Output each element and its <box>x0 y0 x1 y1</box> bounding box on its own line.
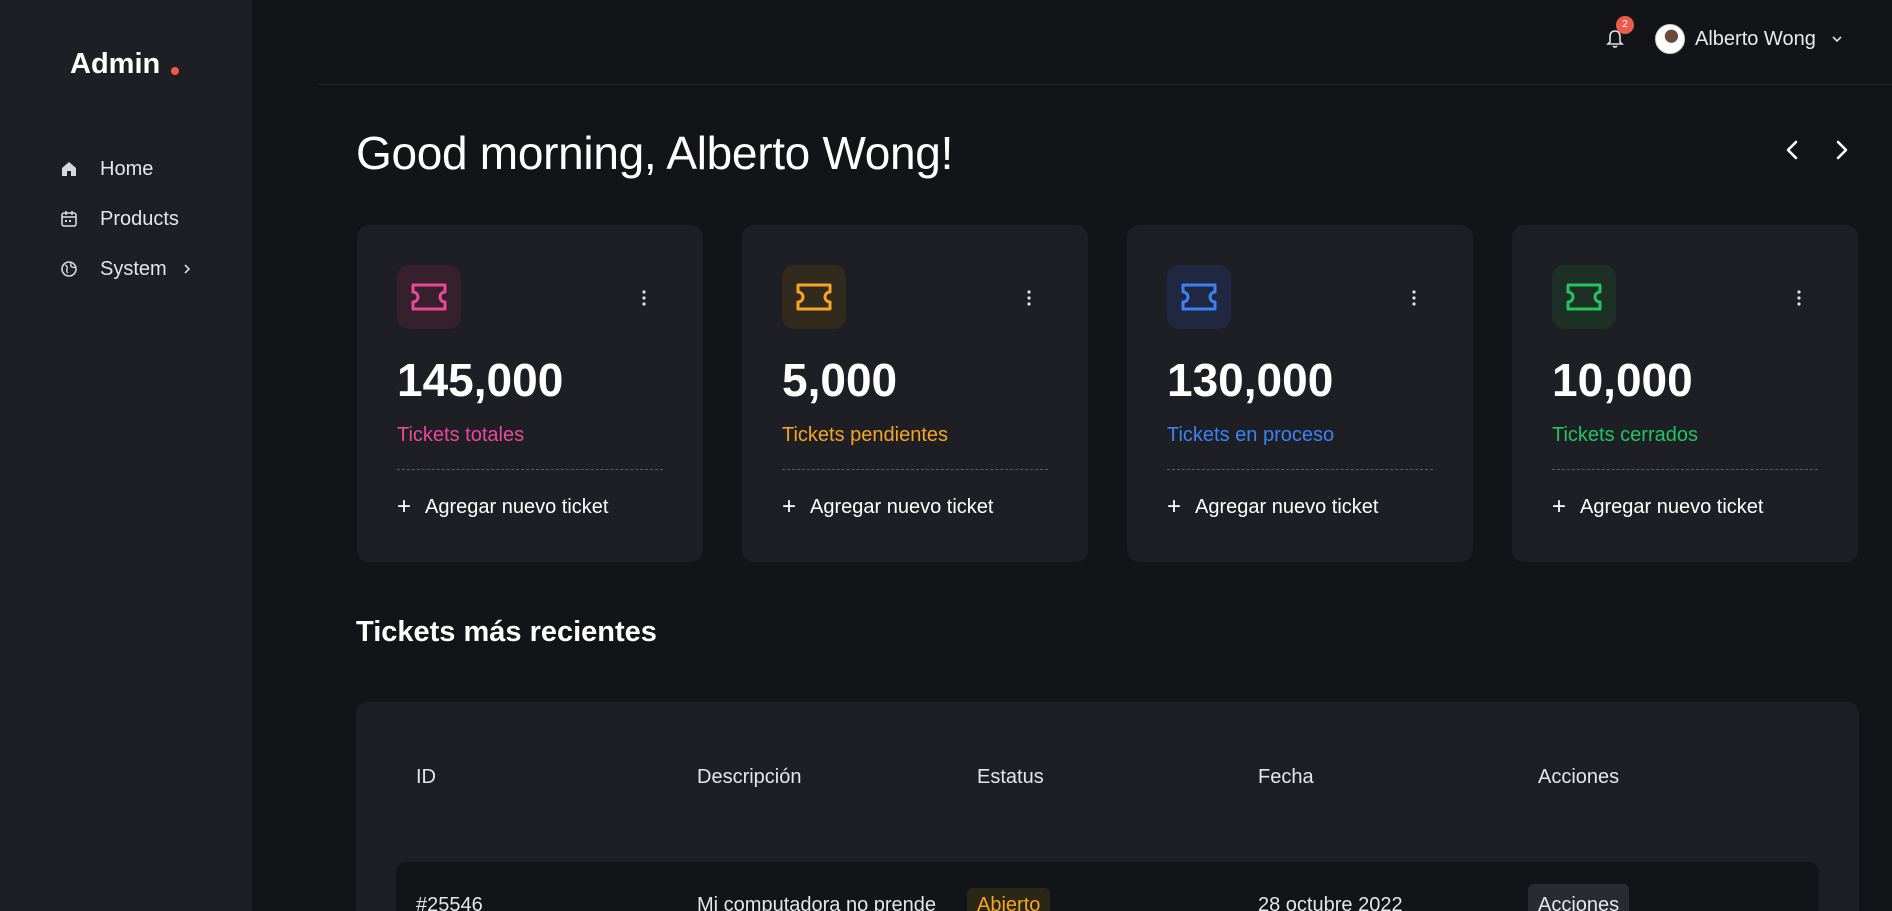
chevron-down-icon <box>1830 32 1844 46</box>
ticket-id: #25546 <box>416 894 483 911</box>
add-ticket-button[interactable]: + Agregar nuevo ticket <box>1552 495 1763 519</box>
add-ticket-button[interactable]: + Agregar nuevo ticket <box>1167 495 1378 519</box>
sidebar-item-label: Products <box>100 207 179 230</box>
logo-text: Admin <box>70 48 161 80</box>
sidebar-item-products[interactable]: Products <box>60 194 193 244</box>
stat-value: 10,000 <box>1552 354 1693 406</box>
plus-icon: + <box>397 493 412 520</box>
column-header-actions: Acciones <box>1538 766 1620 788</box>
column-header-status: Estatus <box>977 766 1044 788</box>
sidebar-item-home[interactable]: Home <box>60 144 193 194</box>
actions-button[interactable]: Acciones <box>1528 884 1630 911</box>
plus-icon: + <box>1552 493 1567 520</box>
avatar <box>1655 24 1685 54</box>
divider <box>397 469 663 470</box>
add-ticket-label: Agregar nuevo ticket <box>810 495 994 518</box>
divider <box>1552 469 1818 470</box>
stat-value: 145,000 <box>397 354 564 406</box>
ticket-icon <box>1167 265 1231 329</box>
stat-label: Tickets pendientes <box>782 424 949 446</box>
globe-icon <box>60 260 78 278</box>
more-options-icon[interactable] <box>1026 289 1032 307</box>
stat-label: Tickets cerrados <box>1552 424 1698 446</box>
divider <box>782 469 1048 470</box>
stat-label: Tickets totales <box>397 424 525 446</box>
stat-value: 5,000 <box>782 354 898 406</box>
logo[interactable]: Admin <box>70 48 180 81</box>
ticket-icon <box>397 265 461 329</box>
plus-icon: + <box>782 493 797 520</box>
stat-card-total: 145,000 Tickets totales + Agregar nuevo … <box>357 225 703 562</box>
sidebar-item-label: System <box>100 257 167 280</box>
add-ticket-label: Agregar nuevo ticket <box>1195 495 1379 518</box>
ticket-icon <box>1552 265 1616 329</box>
sidebar-item-system[interactable]: System <box>60 244 193 294</box>
user-menu[interactable]: Alberto Wong <box>1655 24 1844 54</box>
chevron-right-icon <box>181 263 193 275</box>
column-header-date: Fecha <box>1258 766 1314 788</box>
ticket-icon <box>782 265 846 329</box>
home-icon <box>60 160 78 178</box>
column-header-description: Descripción <box>697 766 802 788</box>
column-header-id: ID <box>416 766 436 788</box>
stat-card-pending: 5,000 Tickets pendientes + Agregar nuevo… <box>742 225 1088 562</box>
stat-label: Tickets en proceso <box>1167 424 1335 446</box>
add-ticket-button[interactable]: + Agregar nuevo ticket <box>397 495 608 519</box>
add-ticket-label: Agregar nuevo ticket <box>1580 495 1764 518</box>
stat-value: 130,000 <box>1167 354 1334 406</box>
divider <box>1167 469 1433 470</box>
tickets-table: ID Descripción Estatus Fecha Acciones #2… <box>356 702 1859 911</box>
more-options-icon[interactable] <box>641 289 647 307</box>
ticket-date: 28 octubre 2022 <box>1258 894 1403 911</box>
previous-arrow-icon[interactable] <box>1781 138 1805 162</box>
section-title: Tickets más recientes <box>356 616 657 648</box>
more-options-icon[interactable] <box>1411 289 1417 307</box>
ticket-description: Mi computadora no prende <box>697 894 937 911</box>
next-arrow-icon[interactable] <box>1829 138 1853 162</box>
stat-card-closed: 10,000 Tickets cerrados + Agregar nuevo … <box>1512 225 1858 562</box>
add-ticket-label: Agregar nuevo ticket <box>425 495 609 518</box>
page-title: Good morning, Alberto Wong! <box>356 127 954 179</box>
plus-icon: + <box>1167 493 1182 520</box>
logo-dot <box>171 67 180 75</box>
stat-card-in-progress: 130,000 Tickets en proceso + Agregar nue… <box>1127 225 1473 562</box>
calendar-icon <box>60 210 78 228</box>
status-badge: Abierto <box>967 888 1051 911</box>
user-name: Alberto Wong <box>1695 27 1816 50</box>
table-row[interactable]: #25546 Mi computadora no prende Abierto … <box>396 862 1819 911</box>
sidebar-nav: Home Products System <box>60 144 193 294</box>
more-options-icon[interactable] <box>1796 289 1802 307</box>
sidebar: Admin Home Products System <box>0 0 252 911</box>
notification-badge: 2 <box>1616 16 1634 34</box>
add-ticket-button[interactable]: + Agregar nuevo ticket <box>782 495 993 519</box>
sidebar-item-label: Home <box>100 157 154 180</box>
